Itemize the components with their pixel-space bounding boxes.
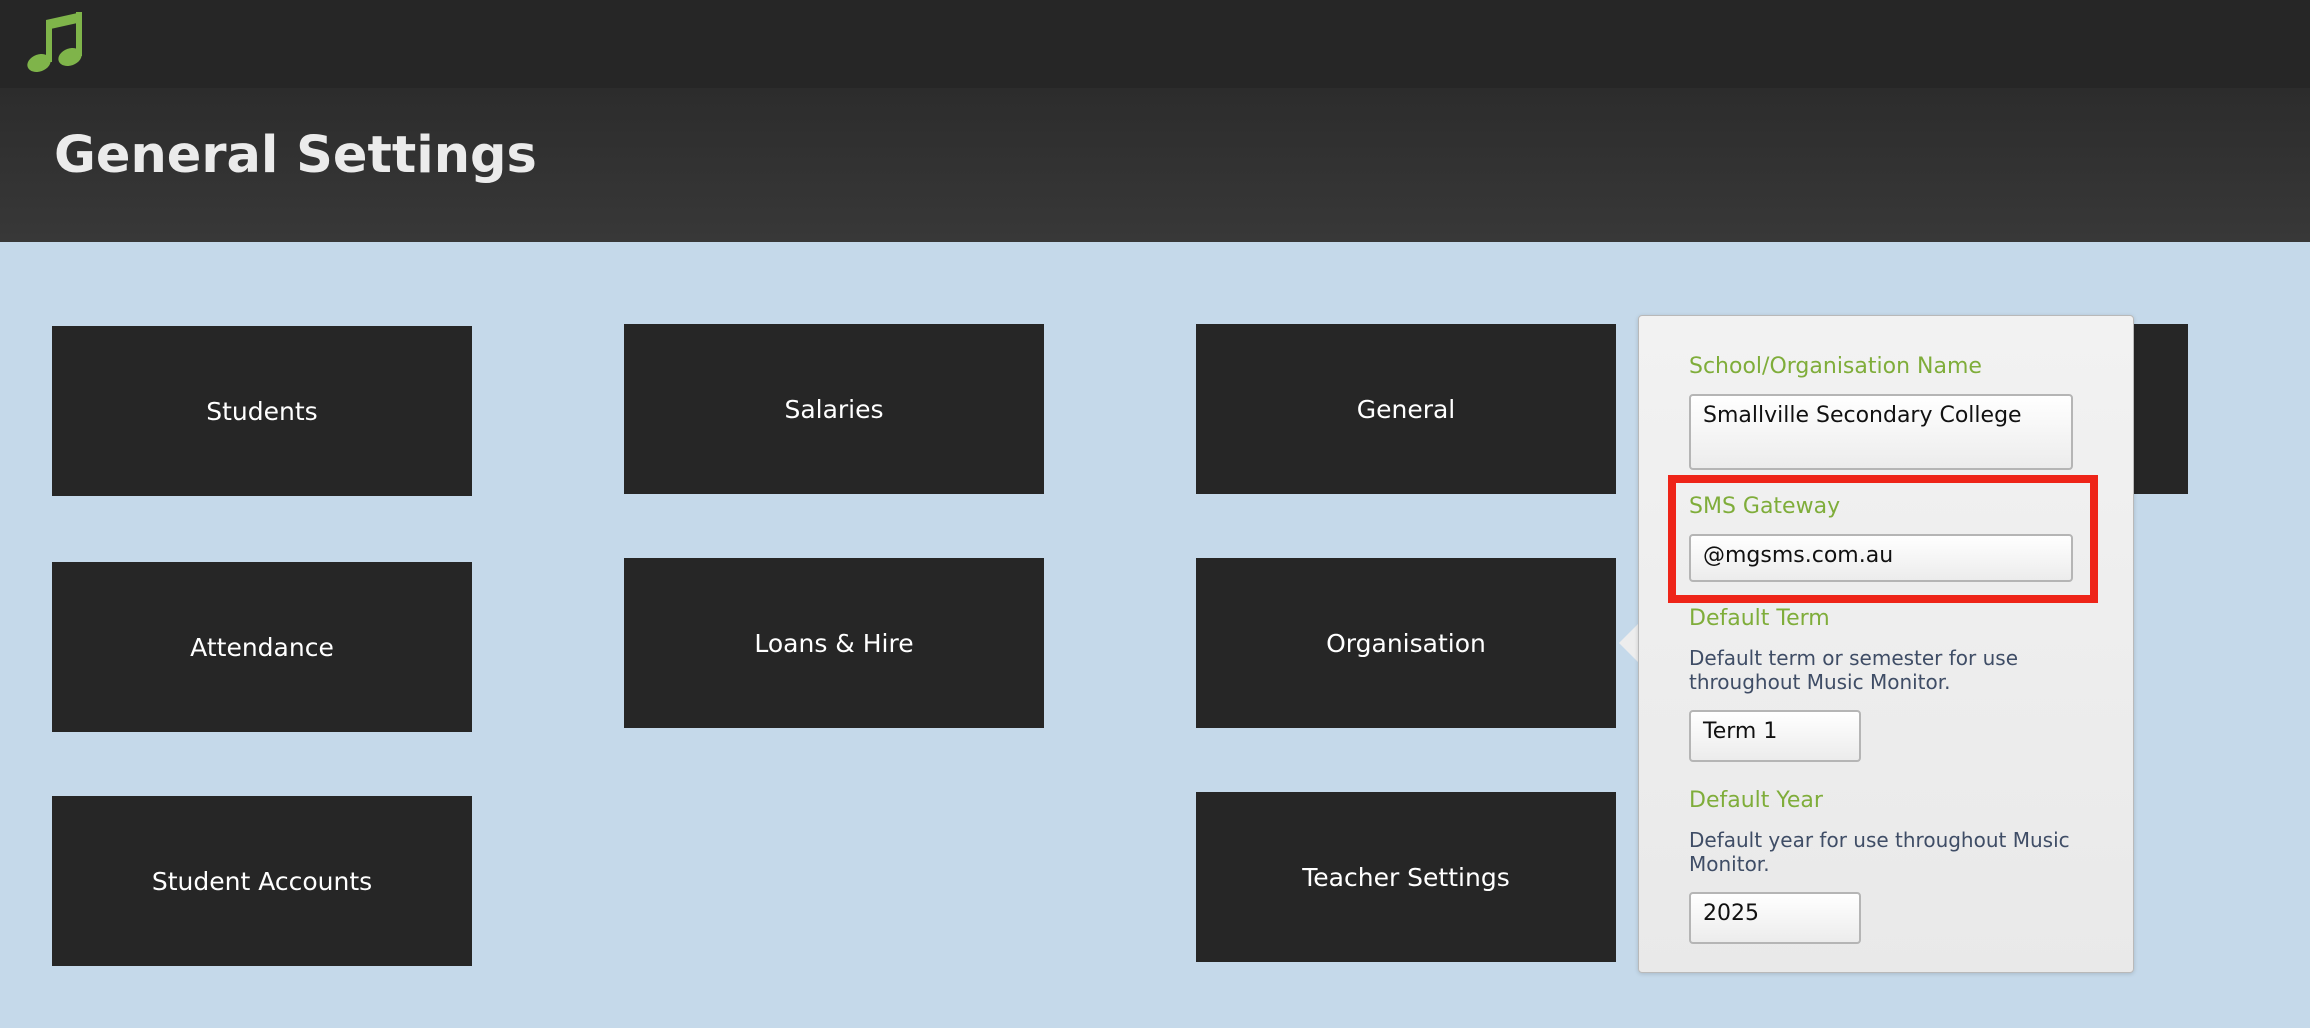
general-tile[interactable]: General <box>1196 324 1616 494</box>
music-note-icon[interactable] <box>26 8 86 72</box>
title-bar: General Settings <box>0 88 2310 242</box>
salaries-tile-label: Salaries <box>784 394 884 424</box>
students-tile[interactable]: Students <box>52 326 472 496</box>
attendance-tile-label: Attendance <box>190 632 334 662</box>
organisation-tile-label: Organisation <box>1326 628 1486 658</box>
organisation-popover: School/Organisation Name Smallville Seco… <box>1638 315 2134 973</box>
default-term-field[interactable]: Term 1 <box>1689 710 1861 762</box>
loans-hire-tile[interactable]: Loans & Hire <box>624 558 1044 728</box>
default-year-field[interactable]: 2025 <box>1689 892 1861 944</box>
default-term-description: Default term or semester for use through… <box>1689 646 2019 694</box>
student-accounts-tile[interactable]: Student Accounts <box>52 796 472 966</box>
sms-gateway-highlight <box>1668 475 2098 603</box>
salaries-tile[interactable]: Salaries <box>624 324 1044 494</box>
general-tile-label: General <box>1356 394 1456 424</box>
default-year-label: Default Year <box>1689 788 1823 813</box>
default-year-description: Default year for use throughout Music Mo… <box>1689 828 2070 876</box>
teacher-settings-tile-label: Teacher Settings <box>1302 862 1510 892</box>
attendance-tile[interactable]: Attendance <box>52 562 472 732</box>
top-bar <box>0 0 2310 88</box>
school-name-label: School/Organisation Name <box>1689 354 1982 379</box>
page-title: General Settings <box>54 126 537 185</box>
loans-hire-tile-label: Loans & Hire <box>754 628 914 658</box>
default-term-label: Default Term <box>1689 606 1830 631</box>
student-accounts-tile-label: Student Accounts <box>151 866 373 896</box>
organisation-tile[interactable]: Organisation <box>1196 558 1616 728</box>
popover-pointer <box>1619 623 1639 663</box>
teacher-settings-tile[interactable]: Teacher Settings <box>1196 792 1616 962</box>
school-name-field[interactable]: Smallville Secondary College <box>1689 394 2073 470</box>
students-tile-label: Students <box>206 396 318 426</box>
